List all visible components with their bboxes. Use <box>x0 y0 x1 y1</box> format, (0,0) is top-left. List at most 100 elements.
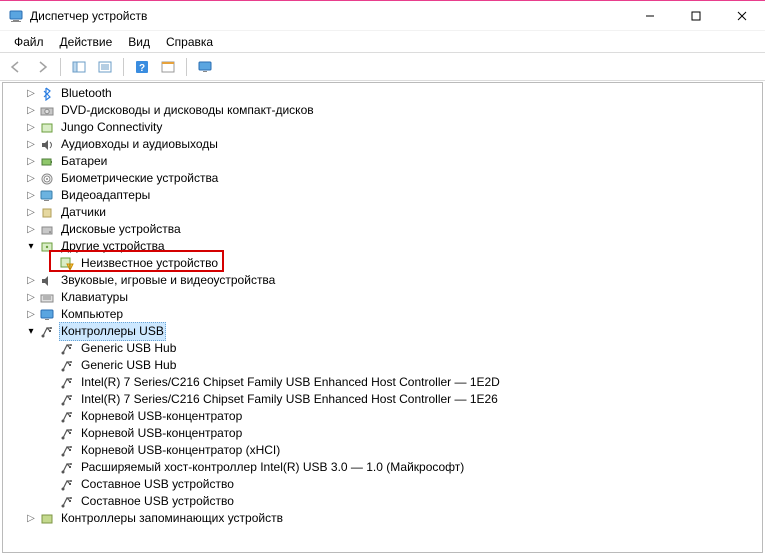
usb-icon <box>59 443 75 459</box>
tree-item-label: Составное USB устройство <box>79 493 236 510</box>
tree-item-label: DVD-дисководы и дисководы компакт-дисков <box>59 102 316 119</box>
titlebar: Диспетчер устройств <box>0 1 765 31</box>
tree-item-disk[interactable]: ▷ Дисковые устройства <box>3 221 762 238</box>
sensor-icon <box>39 205 55 221</box>
collapse-icon[interactable]: ▾ <box>25 241 37 253</box>
device-icon <box>39 120 55 136</box>
expand-icon[interactable]: ▷ <box>25 207 37 219</box>
tree-item-bluetooth[interactable]: ▷ Bluetooth <box>3 85 762 102</box>
window-title: Диспетчер устройств <box>30 9 627 23</box>
expand-icon[interactable]: ▷ <box>25 122 37 134</box>
tree-item-storage-controllers[interactable]: ▷ Контроллеры запоминающих устройств <box>3 510 762 527</box>
device-tree-panel[interactable]: ▷ Bluetooth ▷ DVD-дисководы и дисководы … <box>2 82 763 553</box>
tree-item-label: Биометрические устройства <box>59 170 220 187</box>
usb-icon <box>59 375 75 391</box>
usb-icon <box>59 409 75 425</box>
bluetooth-icon <box>39 86 55 102</box>
tree-item-keyboard[interactable]: ▷ Клавиатуры <box>3 289 762 306</box>
minimize-button[interactable] <box>627 1 673 31</box>
usb-icon <box>59 392 75 408</box>
tree-item-usb-device[interactable]: Корневой USB-концентратор <box>3 408 762 425</box>
tree-item-label: Intel(R) 7 Series/C216 Chipset Family US… <box>79 391 500 408</box>
display-adapter-icon <box>39 188 55 204</box>
expand-icon[interactable]: ▷ <box>25 156 37 168</box>
tree-item-dvd[interactable]: ▷ DVD-дисководы и дисководы компакт-диск… <box>3 102 762 119</box>
tree-item-label: Звуковые, игровые и видеоустройства <box>59 272 277 289</box>
tree-item-label: Неизвестное устройство <box>79 255 220 272</box>
tree-item-usb-device[interactable]: Корневой USB-концентратор (xHCI) <box>3 442 762 459</box>
expand-icon[interactable]: ▷ <box>25 139 37 151</box>
tree-item-label: Клавиатуры <box>59 289 130 306</box>
scan-hardware-button[interactable] <box>156 56 180 78</box>
tree-item-usb-device[interactable]: Intel(R) 7 Series/C216 Chipset Family US… <box>3 391 762 408</box>
tree-item-usb-device[interactable]: Корневой USB-концентратор <box>3 425 762 442</box>
expand-icon[interactable]: ▷ <box>25 190 37 202</box>
menu-help[interactable]: Справка <box>158 33 221 51</box>
back-button <box>4 56 28 78</box>
tree-item-usb-controllers[interactable]: ▾ Контроллеры USB <box>3 323 762 340</box>
tree-item-label: Батареи <box>59 153 109 170</box>
expand-icon[interactable]: ▷ <box>25 224 37 236</box>
tree-item-label: Корневой USB-концентратор <box>79 408 244 425</box>
tree-item-label: Составное USB устройство <box>79 476 236 493</box>
expand-icon[interactable]: ▷ <box>25 275 37 287</box>
tree-item-label: Компьютер <box>59 306 125 323</box>
usb-icon <box>59 477 75 493</box>
expand-icon[interactable]: ▷ <box>25 173 37 185</box>
tree-item-battery[interactable]: ▷ Батареи <box>3 153 762 170</box>
tree-item-computer[interactable]: ▷ Компьютер <box>3 306 762 323</box>
tree-item-audio[interactable]: ▷ Аудиовходы и аудиовыходы <box>3 136 762 153</box>
usb-icon <box>39 324 55 340</box>
tree-item-label: Jungo Connectivity <box>59 119 164 136</box>
expand-icon[interactable]: ▷ <box>25 309 37 321</box>
expand-icon[interactable]: ▷ <box>25 513 37 525</box>
tree-item-usb-device[interactable]: Intel(R) 7 Series/C216 Chipset Family US… <box>3 374 762 391</box>
expand-icon[interactable]: ▷ <box>25 105 37 117</box>
tree-item-usb-device[interactable]: Составное USB устройство <box>3 493 762 510</box>
maximize-button[interactable] <box>673 1 719 31</box>
tree-item-sound[interactable]: ▷ Звуковые, игровые и видеоустройства <box>3 272 762 289</box>
menu-view[interactable]: Вид <box>120 33 158 51</box>
tree-item-label: Bluetooth <box>59 85 114 102</box>
tree-item-label: Другие устройства <box>59 238 167 255</box>
usb-icon <box>59 494 75 510</box>
usb-icon <box>59 358 75 374</box>
expand-icon[interactable]: ▷ <box>25 292 37 304</box>
keyboard-icon <box>39 290 55 306</box>
storage-controller-icon <box>39 511 55 527</box>
tree-item-jungo[interactable]: ▷ Jungo Connectivity <box>3 119 762 136</box>
tree-item-unknown-device[interactable]: ! Неизвестное устройство <box>3 255 762 272</box>
collapse-icon[interactable]: ▾ <box>25 326 37 338</box>
close-button[interactable] <box>719 1 765 31</box>
menu-action[interactable]: Действие <box>52 33 121 51</box>
tree-item-usb-device[interactable]: Generic USB Hub <box>3 340 762 357</box>
tree-item-usb-device[interactable]: Расширяемый хост-контроллер Intel(R) USB… <box>3 459 762 476</box>
tree-item-usb-device[interactable]: Составное USB устройство <box>3 476 762 493</box>
tree-item-label: Аудиовходы и аудиовыходы <box>59 136 220 153</box>
tree-item-label: Generic USB Hub <box>79 340 178 357</box>
usb-icon <box>59 426 75 442</box>
toolbar: ? <box>0 53 765 81</box>
tree-item-label: Корневой USB-концентратор <box>79 425 244 442</box>
tree-item-other[interactable]: ▾ Другие устройства <box>3 238 762 255</box>
expand-icon[interactable]: ▷ <box>25 88 37 100</box>
tree-item-label: Расширяемый хост-контроллер Intel(R) USB… <box>79 459 466 476</box>
tree-item-usb-device[interactable]: Generic USB Hub <box>3 357 762 374</box>
biometric-icon <box>39 171 55 187</box>
display-devices-button[interactable] <box>193 56 217 78</box>
menu-file[interactable]: Файл <box>6 33 52 51</box>
svg-text:?: ? <box>139 63 145 74</box>
usb-icon <box>59 460 75 476</box>
other-devices-icon <box>39 239 55 255</box>
tree-item-biometric[interactable]: ▷ Биометрические устройства <box>3 170 762 187</box>
battery-icon <box>39 154 55 170</box>
tree-item-sensors[interactable]: ▷ Датчики <box>3 204 762 221</box>
properties-button[interactable] <box>93 56 117 78</box>
tree-item-video[interactable]: ▷ Видеоадаптеры <box>3 187 762 204</box>
tree-item-label: Корневой USB-концентратор (xHCI) <box>79 442 282 459</box>
help-button[interactable]: ? <box>130 56 154 78</box>
tree-item-label: Контроллеры запоминающих устройств <box>59 510 285 527</box>
show-hide-console-button[interactable] <box>67 56 91 78</box>
tree-item-label: Дисковые устройства <box>59 221 183 238</box>
tree-item-label: Контроллеры USB <box>59 322 166 341</box>
